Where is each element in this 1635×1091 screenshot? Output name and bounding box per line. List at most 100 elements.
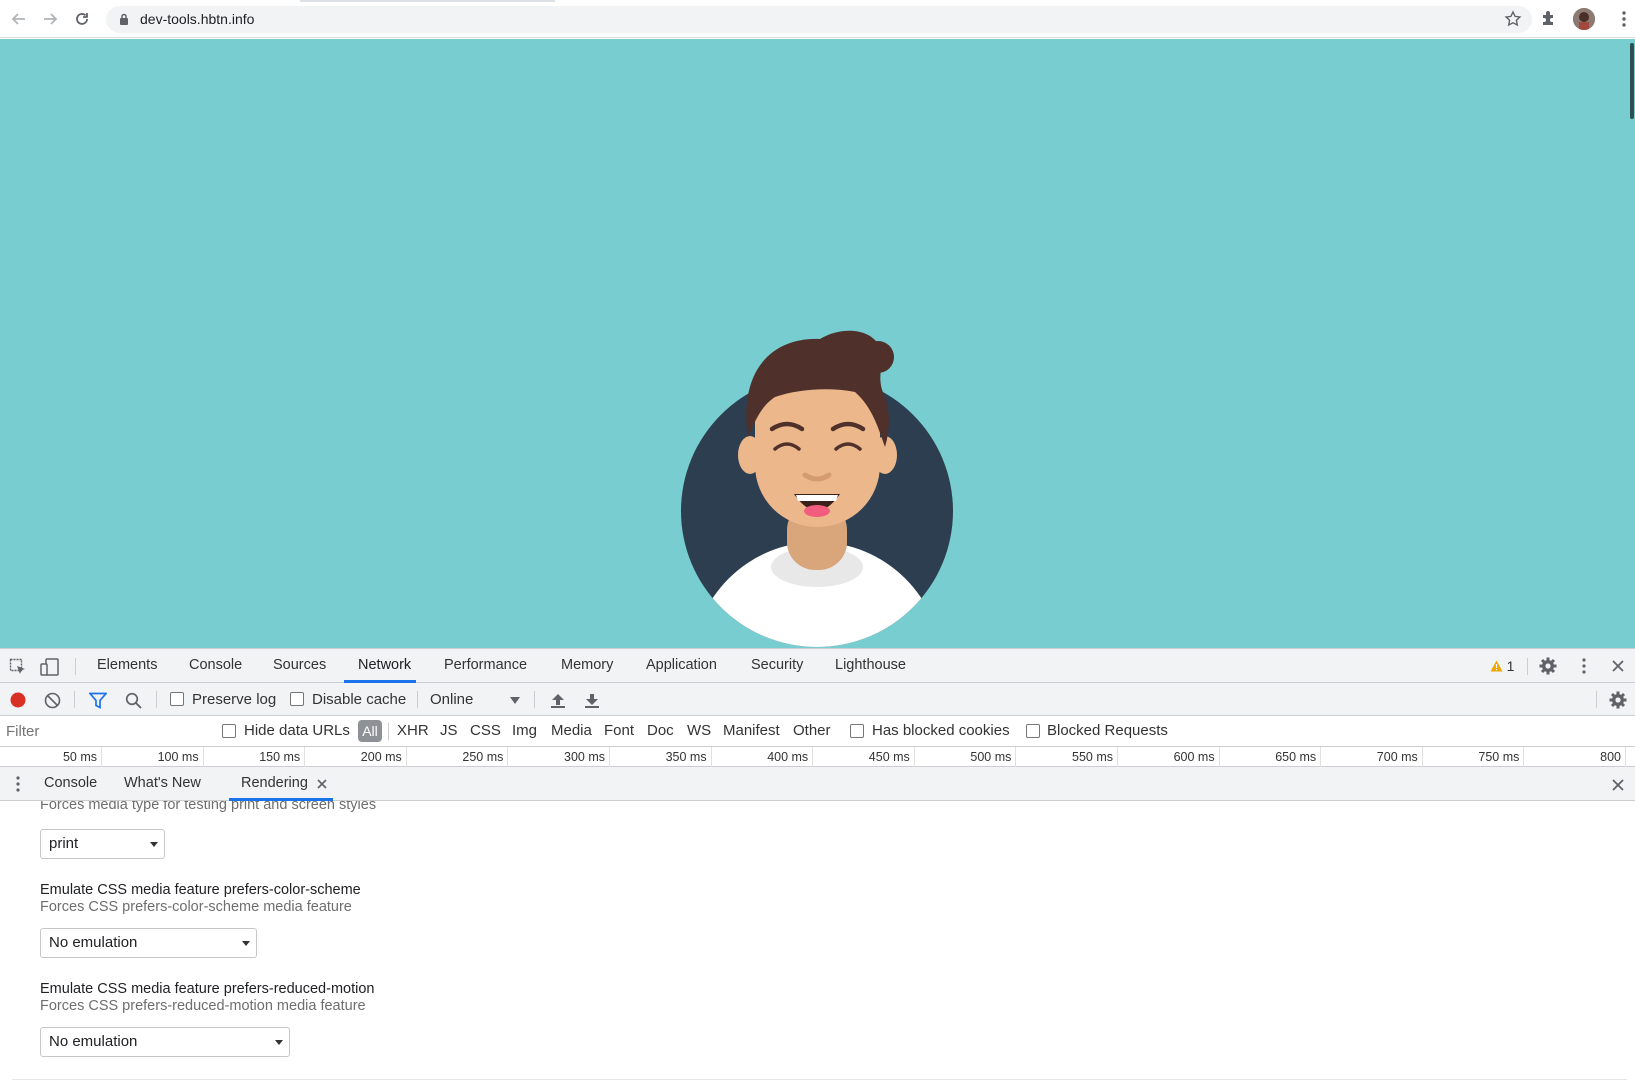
drawer-tab-rendering[interactable]: Rendering — [241, 767, 308, 801]
close-icon — [1612, 779, 1624, 791]
drawer-menu-button[interactable] — [10, 775, 26, 793]
hide-data-urls-checkbox[interactable] — [222, 724, 236, 738]
import-har-button[interactable] — [548, 690, 568, 710]
throttling-select[interactable]: Online — [430, 691, 473, 708]
timeline-tick-label: 700 ms — [1376, 750, 1418, 764]
devtools-close-button[interactable] — [1608, 656, 1628, 676]
network-settings-button[interactable] — [1608, 690, 1628, 710]
toolbar-divider — [75, 658, 76, 675]
timeline-tick-label: 450 ms — [868, 750, 910, 764]
inspect-element-button[interactable] — [8, 657, 28, 677]
disable-cache-checkbox[interactable] — [290, 692, 304, 706]
device-toolbar-button[interactable] — [40, 657, 60, 677]
tab-performance[interactable]: Performance — [444, 649, 527, 683]
tab-elements[interactable]: Elements — [97, 649, 157, 683]
arrow-right-icon — [44, 13, 58, 25]
timeline-gridline — [710, 747, 712, 767]
type-filter-doc[interactable]: Doc — [647, 722, 674, 739]
toolbar-divider — [388, 723, 389, 740]
search-button[interactable] — [123, 690, 143, 710]
record-icon — [10, 692, 26, 708]
toolbar-divider — [1527, 658, 1528, 675]
page-viewport — [0, 39, 1635, 648]
timeline-tick-label: 550 ms — [1072, 750, 1113, 764]
timeline-gridline — [1523, 747, 1525, 767]
prefers-color-scheme-select[interactable]: No emulation — [40, 928, 257, 958]
network-timeline-overview[interactable]: 50 ms 100 ms 150 ms 200 ms 250 ms 300 ms 350 m… — [0, 747, 1635, 778]
type-filter-all[interactable]: All — [358, 720, 382, 742]
media-type-select[interactable]: print — [40, 829, 165, 859]
drawer-tab-whats-new[interactable]: What's New — [124, 767, 201, 801]
upload-icon — [551, 694, 565, 708]
timeline-tick-label: 500 ms — [970, 750, 1012, 764]
type-filter-media[interactable]: Media — [551, 722, 592, 739]
prefers-reduced-motion-select[interactable]: No emulation — [40, 1027, 290, 1057]
timeline-gridline — [812, 747, 814, 767]
tab-console[interactable]: Console — [189, 649, 242, 683]
page-scrollbar-thumb[interactable] — [1630, 43, 1634, 119]
timeline-tick-label: 600 ms — [1173, 750, 1215, 764]
network-toolbar: Preserve log Disable cache Online — [0, 683, 1635, 716]
devtools-settings-button[interactable] — [1538, 656, 1558, 676]
gear-icon — [1609, 691, 1627, 709]
bookmark-star-icon[interactable] — [1504, 10, 1522, 28]
preserve-log-checkbox[interactable] — [170, 692, 184, 706]
timeline-tick-label: 350 ms — [665, 750, 707, 764]
record-button[interactable] — [8, 690, 28, 710]
filter-toggle-button[interactable] — [88, 690, 108, 710]
drawer-tab-console[interactable]: Console — [44, 767, 97, 801]
disable-cache-label: Disable cache — [312, 691, 407, 708]
extensions-puzzle-icon[interactable] — [1540, 9, 1558, 27]
has-blocked-cookies-checkbox[interactable] — [850, 724, 864, 738]
address-bar[interactable]: dev-tools.hbtn.info — [106, 6, 1532, 33]
type-filter-font[interactable]: Font — [604, 722, 634, 739]
reload-button[interactable] — [71, 8, 93, 30]
tab-lighthouse[interactable]: Lighthouse — [835, 649, 906, 683]
network-filter-bar: Hide data URLs All XHR JS CSS Img Media … — [0, 716, 1635, 747]
tab-sources[interactable]: Sources — [273, 649, 326, 683]
profile-avatar[interactable] — [1573, 8, 1595, 30]
devtools-more-button[interactable] — [1574, 656, 1594, 676]
timeline-tick-label: 50 ms — [62, 750, 97, 764]
warnings-counter[interactable]: 1 — [1484, 658, 1520, 674]
devtools-panel: Elements Console Sources Network Perform… — [0, 648, 1635, 1091]
toolbar-divider — [1596, 691, 1597, 708]
timeline-gridline — [202, 747, 204, 767]
media-type-description: Forces media type for testing print and … — [40, 801, 377, 813]
hide-data-urls-label: Hide data URLs — [244, 722, 350, 739]
timeline-tick-label: 750 ms — [1478, 750, 1520, 764]
type-filter-img[interactable]: Img — [512, 722, 537, 739]
caret-down-icon — [150, 842, 158, 847]
prefers-reduced-motion-title: Emulate CSS media feature prefers-reduce… — [40, 981, 375, 997]
type-filter-other[interactable]: Other — [793, 722, 831, 739]
clear-block-icon — [44, 692, 60, 708]
browser-menu-icon[interactable] — [1622, 10, 1626, 28]
page-scrollbar[interactable] — [1628, 39, 1635, 648]
type-filter-xhr[interactable]: XHR — [397, 722, 429, 739]
close-rendering-tab-button[interactable] — [316, 778, 328, 790]
filter-input[interactable] — [2, 719, 206, 743]
forward-button[interactable] — [39, 8, 61, 30]
prefers-color-scheme-value: No emulation — [49, 934, 138, 951]
tab-memory[interactable]: Memory — [561, 649, 613, 683]
timeline-gridline — [304, 747, 306, 767]
type-filter-js[interactable]: JS — [440, 722, 458, 739]
export-har-button[interactable] — [582, 690, 602, 710]
gear-icon — [1539, 657, 1557, 675]
blocked-requests-checkbox[interactable] — [1026, 724, 1040, 738]
close-icon — [1612, 660, 1624, 672]
search-icon — [125, 692, 142, 709]
type-filter-manifest[interactable]: Manifest — [723, 722, 780, 739]
type-filter-ws[interactable]: WS — [687, 722, 711, 739]
lock-icon — [120, 13, 128, 25]
tab-network[interactable]: Network — [358, 649, 411, 683]
tab-security[interactable]: Security — [751, 649, 803, 683]
timeline-tick-label: 250 ms — [462, 750, 504, 764]
type-filter-css[interactable]: CSS — [470, 722, 501, 739]
back-button[interactable] — [8, 8, 30, 30]
clear-button[interactable] — [42, 690, 62, 710]
browser-toolbar: dev-tools.hbtn.info — [0, 0, 1635, 38]
download-icon — [585, 694, 599, 708]
close-drawer-button[interactable] — [1608, 776, 1628, 794]
tab-application[interactable]: Application — [646, 649, 717, 683]
